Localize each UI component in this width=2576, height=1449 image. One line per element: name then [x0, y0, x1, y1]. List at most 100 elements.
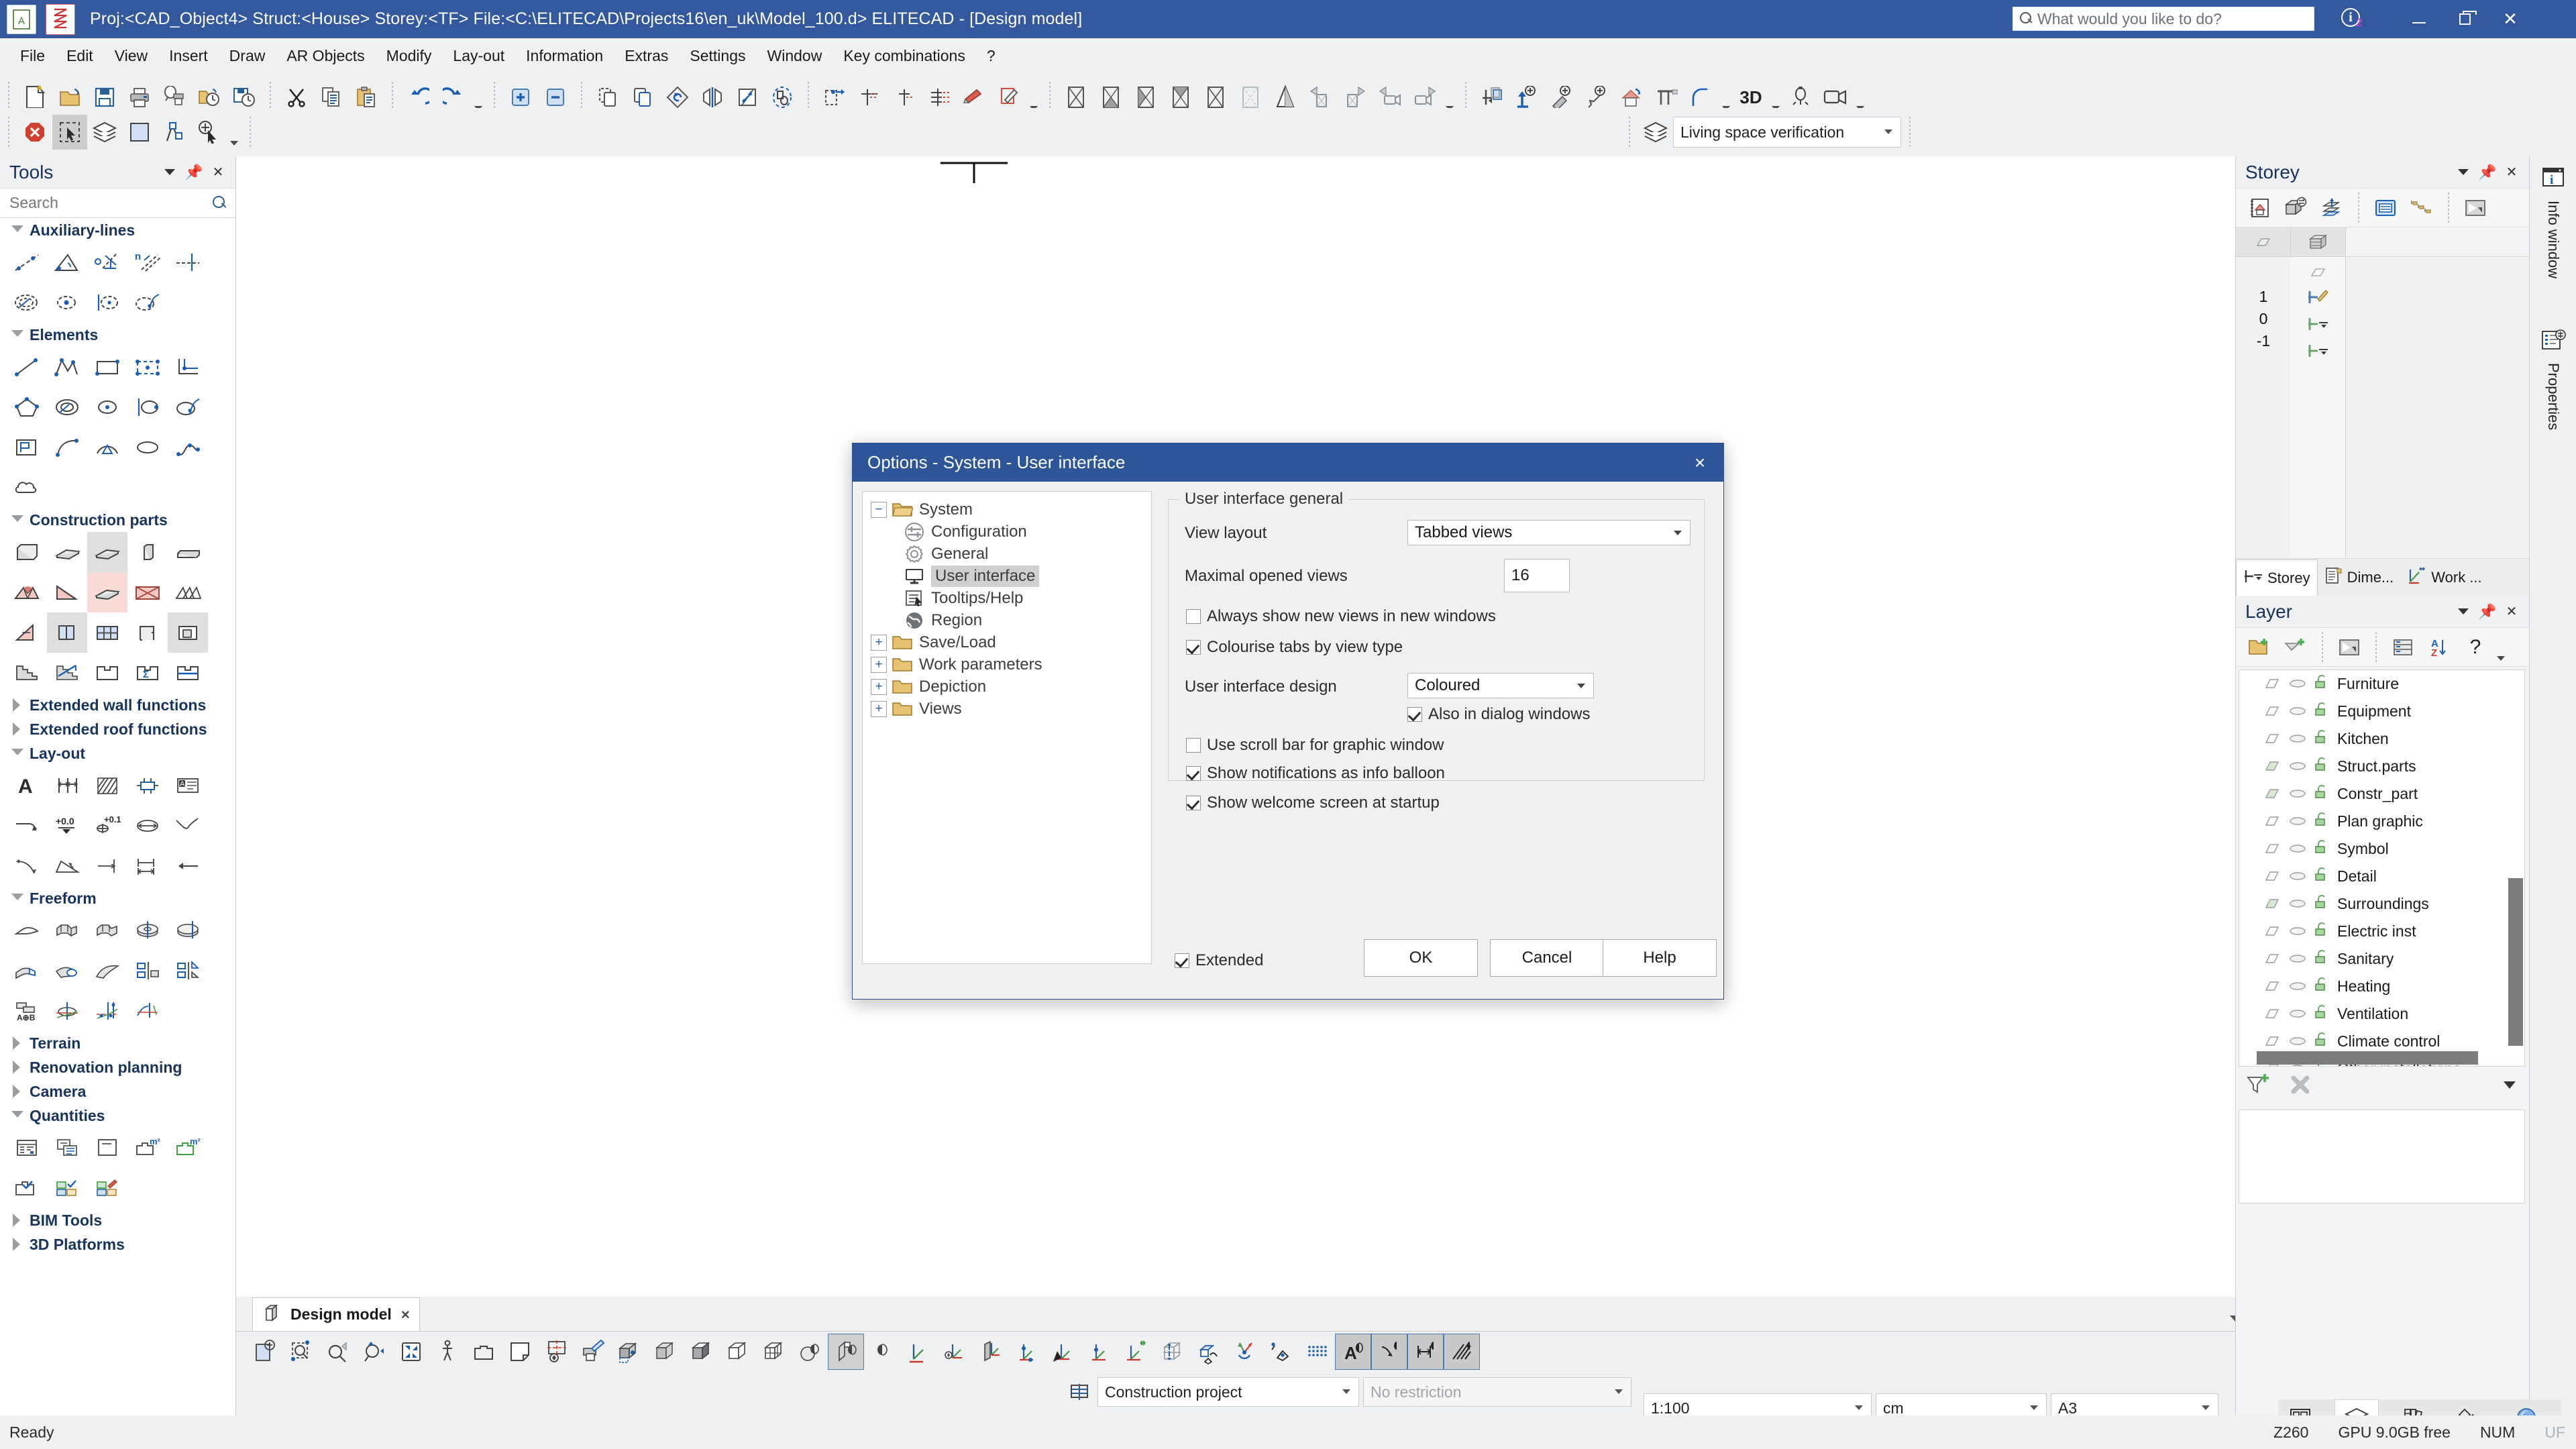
- lshape-icon[interactable]: [168, 347, 208, 387]
- layer-row[interactable]: Sanitary: [2239, 945, 2524, 973]
- shed-roof-icon[interactable]: [47, 572, 87, 612]
- menu-item-modify[interactable]: Modify: [376, 44, 443, 68]
- extrude-path-icon[interactable]: [87, 910, 127, 951]
- sweep-icon[interactable]: [7, 951, 47, 991]
- axis-points-view-icon[interactable]: [1009, 1334, 1045, 1370]
- tools-panel-menu-icon[interactable]: [158, 160, 182, 184]
- layers-icon[interactable]: [1638, 115, 1673, 150]
- layer-plane-icon[interactable]: [2262, 840, 2282, 858]
- column-icon[interactable]: [127, 532, 168, 572]
- wire-box-icon[interactable]: [719, 1334, 755, 1370]
- point-select-icon[interactable]: [157, 115, 192, 150]
- tree-node-configuration[interactable]: Configuration: [863, 521, 1151, 543]
- layer-row[interactable]: Ventilation: [2239, 1000, 2524, 1028]
- cloud-icon[interactable]: [7, 468, 47, 508]
- layer-list[interactable]: FurnitureEquipmentKitchenStruct.partsCon…: [2239, 669, 2525, 1067]
- hatch-visibility-icon[interactable]: [1444, 1334, 1480, 1370]
- freeform-surface-icon[interactable]: [7, 910, 47, 951]
- menu-item-ar-objects[interactable]: AR Objects: [276, 44, 375, 68]
- aux-line-through-points-icon[interactable]: [7, 242, 47, 282]
- layer-list-vertical-scrollbar[interactable]: [2508, 878, 2523, 1046]
- storey-level-icon[interactable]: [2291, 337, 2345, 364]
- room-split-check-icon[interactable]: [47, 1168, 87, 1208]
- door-icon[interactable]: [127, 612, 168, 653]
- tools-group-quantities[interactable]: Quantities: [0, 1104, 235, 1128]
- layer-plane-icon[interactable]: [2262, 867, 2282, 885]
- layer-row[interactable]: Kitchen: [2239, 725, 2524, 753]
- room-view-icon[interactable]: [466, 1334, 502, 1370]
- linear-dim-icon[interactable]: [87, 846, 127, 886]
- axis-points-icon[interactable]: [87, 991, 127, 1031]
- slab-icon[interactable]: [47, 532, 87, 572]
- zoom-window-icon[interactable]: [284, 1334, 321, 1370]
- render-mode-icon[interactable]: [828, 1334, 864, 1370]
- circle-center-icon[interactable]: [87, 387, 127, 427]
- shading-sphere-icon[interactable]: [792, 1334, 828, 1370]
- sloped-slab-icon[interactable]: [87, 532, 127, 572]
- tree-expander-icon[interactable]: +: [871, 679, 887, 695]
- section-box-icon[interactable]: [1190, 1334, 1226, 1370]
- rotate-view-icon[interactable]: [1226, 1334, 1263, 1370]
- tools-scroll-area[interactable]: Auxiliary-lines n Elements: [0, 218, 235, 1415]
- tools-search[interactable]: [0, 189, 235, 218]
- layer-panel-menu-icon[interactable]: [2451, 600, 2475, 624]
- dialog-close-button[interactable]: ×: [1676, 443, 1723, 482]
- parameter-select-icon[interactable]: [192, 115, 227, 150]
- tree-expander-icon[interactable]: −: [871, 502, 887, 518]
- layer-visibility-icon[interactable]: [2288, 785, 2308, 803]
- curved-dimension-icon[interactable]: [7, 846, 47, 886]
- room-check-icon[interactable]: [7, 1168, 47, 1208]
- tools-group-layout[interactable]: Lay-out: [0, 741, 235, 765]
- plane-axis-icon[interactable]: [973, 1334, 1009, 1370]
- layer-visibility-icon[interactable]: [2288, 922, 2308, 941]
- ui-design-select[interactable]: Coloured: [1407, 673, 1594, 698]
- menu-item-help[interactable]: ?: [976, 44, 1006, 68]
- strip-item-properties[interactable]: Properties: [2530, 319, 2576, 430]
- storey-number[interactable]: 1: [2236, 284, 2291, 306]
- active-layer-combo[interactable]: Living space verification: [1673, 117, 1901, 148]
- grid-dots-icon[interactable]: [1299, 1334, 1335, 1370]
- halfmoon-icon[interactable]: [864, 1334, 900, 1370]
- layer-panel-close-icon[interactable]: ✕: [2500, 600, 2524, 624]
- zoom-pan-icon[interactable]: [357, 1334, 393, 1370]
- tree-node-general[interactable]: General: [863, 543, 1151, 565]
- circle-spline-icon[interactable]: [168, 387, 208, 427]
- area-m2-icon[interactable]: m²: [127, 1128, 168, 1168]
- layer-plane-icon[interactable]: [2262, 730, 2282, 748]
- layer-row[interactable]: Electric inst: [2239, 918, 2524, 945]
- restore-button[interactable]: [2442, 0, 2487, 38]
- view-tab-design-model[interactable]: Design model ×: [252, 1297, 420, 1331]
- shaded-box-icon[interactable]: [683, 1334, 719, 1370]
- tree-expander-icon[interactable]: +: [871, 701, 887, 717]
- menu-item-insert[interactable]: Insert: [158, 44, 219, 68]
- dimension-marker-icon[interactable]: [127, 765, 168, 806]
- boolean-cut-icon[interactable]: [168, 951, 208, 991]
- ellipse-dimension-icon[interactable]: [127, 806, 168, 846]
- storey-invert-icon[interactable]: [2457, 190, 2493, 226]
- menu-item-window[interactable]: Window: [757, 44, 833, 68]
- layer-plane-icon[interactable]: [2262, 675, 2282, 693]
- page-layout-icon[interactable]: [502, 1334, 538, 1370]
- sweep-round-icon[interactable]: [47, 951, 87, 991]
- window-grid-icon[interactable]: [87, 612, 127, 653]
- solid-box-icon[interactable]: [647, 1334, 683, 1370]
- show-welcome-checkbox[interactable]: Show welcome screen at startup: [1186, 794, 1440, 812]
- room-quantity-icon[interactable]: Σ: [127, 653, 168, 693]
- filled-polygon-icon[interactable]: [7, 427, 47, 468]
- new-layer-icon[interactable]: [2241, 629, 2277, 665]
- sort-az-icon[interactable]: AZ: [2421, 629, 2457, 665]
- layer-visibility-icon[interactable]: [2288, 950, 2308, 968]
- layer-lock-icon[interactable]: [2313, 867, 2330, 886]
- layer-row[interactable]: Constr_part: [2239, 780, 2524, 808]
- tree-expander-icon[interactable]: +: [871, 657, 887, 673]
- polygon-icon[interactable]: [7, 387, 47, 427]
- layer-plane-icon[interactable]: [2262, 785, 2282, 803]
- layer-lock-icon[interactable]: [2313, 730, 2330, 749]
- tree-node-system[interactable]: − System: [863, 498, 1151, 521]
- menu-item-key-combinations[interactable]: Key combinations: [833, 44, 976, 68]
- storey-panel-menu-icon[interactable]: [2451, 160, 2475, 184]
- layer-more-dropdown-icon[interactable]: [2493, 630, 2508, 665]
- layer-plane-icon[interactable]: [2262, 702, 2282, 720]
- tools-group-camera[interactable]: Camera: [0, 1079, 235, 1104]
- area-green-m2-icon[interactable]: m²: [168, 1128, 208, 1168]
